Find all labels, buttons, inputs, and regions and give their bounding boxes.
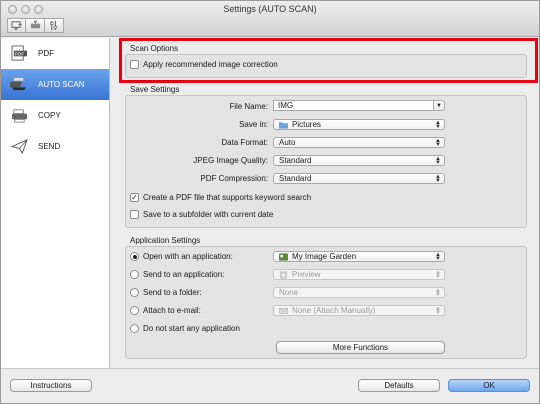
my-image-garden-icon (279, 252, 288, 261)
up-down-arrows-icon: ▲ ▼ (435, 288, 441, 298)
open-app-select[interactable]: My Image Garden ▲ ▼ (273, 251, 445, 262)
sidebar-item-auto-scan[interactable]: AUTO SCAN (1, 69, 109, 100)
subfolder-label: Save to a subfolder with current date (143, 210, 274, 219)
open-app-value: My Image Garden (292, 252, 357, 261)
pdf-compression-label: PDF Compression: (200, 174, 268, 183)
sidebar-item-label: SEND (38, 142, 61, 151)
radio-dot (130, 270, 139, 279)
pdf-icon: PDF (11, 45, 28, 61)
settings-tab-toolbar (7, 18, 64, 33)
subfolder-checkbox[interactable]: Save to a subfolder with current date (130, 210, 273, 219)
svg-text:PDF: PDF (15, 51, 25, 57)
attach-email-select[interactable]: None (Attach Manually) ▲ ▼ (273, 305, 445, 316)
data-format-select[interactable]: Auto ▲ ▼ (273, 137, 445, 148)
window-title: Settings (AUTO SCAN) (223, 4, 317, 14)
scan-from-computer-icon (11, 21, 22, 30)
jpeg-quality-select[interactable]: Standard ▲ ▼ (273, 155, 445, 166)
up-down-arrows-icon: ▲ ▼ (435, 120, 441, 130)
auto-scan-icon (10, 77, 27, 91)
send-app-label: Send to an application: (143, 270, 225, 279)
settings-window: Settings (AUTO SCAN) PDF PDF AUTO SCAN C… (0, 0, 540, 404)
instructions-button[interactable]: Instructions (10, 379, 92, 392)
data-format-label: Data Format: (221, 138, 268, 147)
sidebar-item-label: COPY (38, 111, 61, 120)
more-functions-button[interactable]: More Functions (276, 341, 445, 354)
radio-dot (130, 288, 139, 297)
preview-app-icon (279, 270, 288, 279)
chevron-down-icon: ▼ (436, 102, 442, 109)
copy-icon (11, 109, 28, 123)
send-folder-label: Send to a folder: (143, 288, 202, 297)
up-down-arrows-icon: ▲ ▼ (435, 306, 441, 316)
file-name-input[interactable]: IMG (273, 100, 434, 111)
sidebar-item-label: PDF (38, 49, 54, 58)
radio-dot (130, 324, 139, 333)
folder-icon (279, 121, 288, 129)
jpeg-quality-label: JPEG Image Quality: (193, 156, 268, 165)
save-in-value: Pictures (292, 120, 321, 129)
attach-email-label: Attach to e-mail: (143, 306, 201, 315)
up-down-arrows-icon: ▲ ▼ (435, 270, 441, 280)
save-in-label: Save in: (239, 120, 268, 129)
no-app-radio[interactable]: Do not start any application (130, 324, 240, 333)
checkbox-box (130, 210, 139, 219)
attach-email-radio[interactable]: Attach to e-mail: (130, 306, 201, 315)
settings-panel: Scan Options Apply recommended image cor… (111, 38, 539, 368)
send-icon (10, 139, 28, 155)
ok-button[interactable]: OK (448, 379, 530, 392)
file-name-label: File Name: (229, 102, 268, 111)
mail-icon (279, 307, 288, 314)
send-folder-select[interactable]: None ▲ ▼ (273, 287, 445, 298)
sidebar-item-send[interactable]: SEND (1, 131, 109, 162)
up-down-arrows-icon: ▲ ▼ (435, 156, 441, 166)
apply-correction-checkbox[interactable]: Apply recommended image correction (130, 60, 278, 69)
keyword-pdf-label: Create a PDF file that supports keyword … (143, 193, 312, 202)
scan-from-computer-tab[interactable] (7, 18, 26, 33)
application-settings-title: Application Settings (130, 236, 201, 245)
file-name-dropdown-button[interactable]: ▼ (434, 100, 445, 111)
checkmark-icon: ✓ (131, 192, 138, 202)
save-in-select[interactable]: Pictures ▲ ▼ (273, 119, 445, 130)
sidebar-item-label: AUTO SCAN (38, 80, 85, 89)
radio-dot (130, 306, 139, 315)
up-down-arrows-icon: ▲ ▼ (435, 174, 441, 184)
checkbox-box: ✓ (130, 193, 139, 202)
no-app-label: Do not start any application (143, 324, 240, 333)
save-settings-title: Save Settings (130, 85, 180, 94)
pdf-compression-select[interactable]: Standard ▲ ▼ (273, 173, 445, 184)
sidebar: PDF PDF AUTO SCAN COPY SEND (1, 38, 110, 368)
open-app-label: Open with an application: (143, 252, 233, 261)
open-app-radio[interactable]: Open with an application: (130, 252, 233, 261)
general-settings-icon (49, 20, 57, 31)
scan-options-title: Scan Options (130, 44, 179, 53)
keyword-pdf-checkbox[interactable]: ✓ Create a PDF file that supports keywor… (130, 193, 311, 202)
send-app-select[interactable]: Preview ▲ ▼ (273, 269, 445, 280)
radio-dot (130, 252, 139, 261)
pdf-compression-value: Standard (279, 174, 312, 183)
defaults-button[interactable]: Defaults (358, 379, 440, 392)
send-folder-radio[interactable]: Send to a folder: (130, 288, 202, 297)
up-down-arrows-icon: ▲ ▼ (435, 138, 441, 148)
attach-email-value: None (Attach Manually) (292, 306, 376, 315)
sidebar-item-pdf[interactable]: PDF PDF (1, 38, 109, 69)
send-app-radio[interactable]: Send to an application: (130, 270, 224, 279)
scan-from-panel-icon (30, 20, 40, 29)
scan-from-panel-tab[interactable] (26, 18, 45, 33)
send-folder-value: None (279, 288, 299, 297)
apply-correction-label: Apply recommended image correction (143, 60, 278, 69)
up-down-arrows-icon: ▲ ▼ (435, 252, 441, 262)
general-settings-tab[interactable] (45, 18, 64, 33)
footer-bar: Instructions Defaults OK (1, 368, 539, 403)
send-app-value: Preview (292, 270, 321, 279)
jpeg-quality-value: Standard (279, 156, 312, 165)
title-bar: Settings (AUTO SCAN) (1, 1, 539, 37)
checkbox-box (130, 60, 139, 69)
sidebar-item-copy[interactable]: COPY (1, 100, 109, 131)
data-format-value: Auto (279, 138, 296, 147)
